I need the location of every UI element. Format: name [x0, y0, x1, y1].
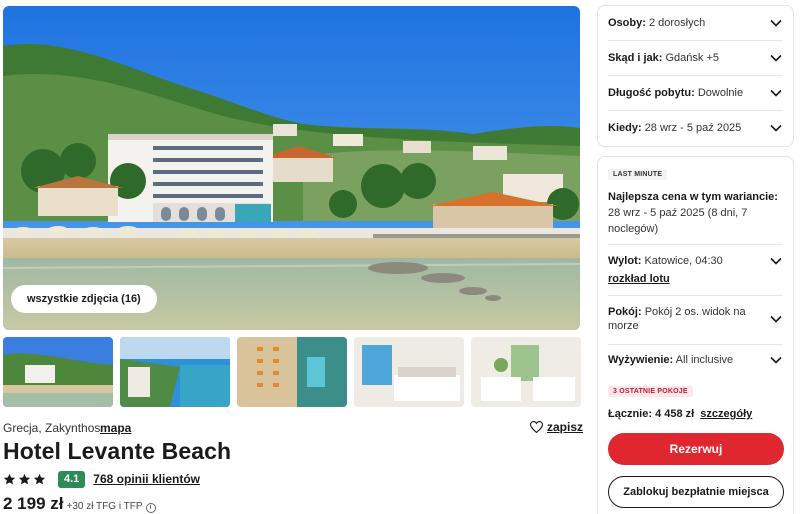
stay-length-selector[interactable]: Długość pobytu: Dowolnie — [608, 86, 783, 100]
search-options-panel: Osoby: 2 dorosłych Skąd i jak: Gdańsk +5… — [597, 5, 794, 147]
price-details-link[interactable]: szczegóły — [700, 408, 752, 420]
divider — [608, 40, 783, 41]
hotel-stars — [3, 473, 46, 486]
star-icon — [33, 473, 46, 484]
dates-value: 28 wrz - 5 paź 2025 — [644, 122, 742, 134]
all-photos-button[interactable]: wszystkie zdjęcia (16) — [11, 285, 157, 313]
thumbnail-beach-drone-image — [237, 337, 347, 407]
last-minute-tag: LAST MINUTE — [608, 169, 668, 180]
chevron-down-icon — [769, 312, 783, 326]
thumbnail-room-sea-view-image — [354, 337, 464, 407]
photo-thumbnails — [3, 337, 581, 407]
hotel-location: Grecja, Zakynthos — [3, 421, 101, 435]
departure-selector[interactable]: Skąd i jak: Gdańsk +5 — [608, 51, 783, 65]
hotel-beach-image — [3, 6, 580, 330]
info-icon[interactable]: i — [145, 503, 156, 513]
block-seats-button[interactable]: Zablokuj bezpłatnie miejsca — [608, 476, 784, 508]
board-label: Wyżywienie: — [608, 354, 674, 366]
thumbnail-2[interactable] — [120, 337, 230, 407]
last-rooms-tag: 3 OSTATNIE POKOJE — [608, 386, 693, 397]
hotel-name: Hotel Levante Beach — [3, 438, 232, 464]
total-price: Łącznie: 4 458 zł — [608, 408, 695, 420]
save-label: zapisz — [547, 420, 584, 434]
divider — [608, 75, 783, 76]
board-selector[interactable]: Wyżywienie: All inclusive — [608, 353, 783, 367]
divider — [608, 295, 783, 296]
chevron-down-icon — [769, 121, 783, 135]
stay-length-label: Długość pobytu: — [608, 87, 695, 99]
departure-from-value: Gdańsk +5 — [665, 52, 719, 64]
dates-label: Kiedy: — [608, 122, 642, 134]
best-price-label: Najlepsza cena w tym wariancie: — [608, 191, 778, 203]
heart-icon — [530, 421, 543, 433]
review-score-badge: 4.1 — [58, 470, 86, 488]
thumbnail-3[interactable] — [237, 337, 347, 407]
total-price-row: Łącznie: 4 458 zł szczegóły — [608, 408, 752, 420]
best-price-dates: 28 wrz - 5 paź 2025 (8 dni, 7 noclegów) — [608, 207, 748, 235]
thumbnail-room-interior-image — [471, 337, 581, 407]
reviews-link[interactable]: 768 opinii klientów — [93, 472, 200, 486]
star-icon — [18, 473, 31, 484]
chevron-down-icon — [769, 353, 783, 367]
save-button[interactable]: zapisz — [530, 420, 583, 434]
flight-label: Wylot: — [608, 255, 642, 267]
flight-schedule-link[interactable]: rozkład lotu — [608, 273, 670, 285]
thumbnail-1[interactable] — [3, 337, 113, 407]
price-row: 2 199 zł +30 zł TFG i TFP i — [3, 494, 156, 514]
offer-panel: LAST MINUTE Najlepsza cena w tym warianc… — [597, 156, 794, 514]
room-selector[interactable]: Pokój: Pokój 2 os. widok na morze — [608, 305, 783, 333]
flight-value: Katowice, 04:30 — [644, 255, 723, 267]
thumbnail-hotel-exterior-image — [3, 337, 113, 407]
divider — [608, 344, 783, 345]
chevron-down-icon — [769, 254, 783, 268]
chevron-down-icon — [769, 86, 783, 100]
chevron-down-icon — [769, 51, 783, 65]
flight-selector[interactable]: Wylot: Katowice, 04:30 — [608, 254, 783, 268]
thumbnail-aerial-coast-image — [120, 337, 230, 407]
persons-selector[interactable]: Osoby: 2 dorosłych — [608, 16, 783, 30]
chevron-down-icon — [769, 16, 783, 30]
map-link[interactable]: mapa — [100, 421, 131, 435]
room-label: Pokój: — [608, 306, 642, 318]
star-icon — [3, 473, 16, 484]
divider — [608, 110, 783, 111]
main-hotel-photo[interactable] — [3, 6, 580, 330]
persons-value: 2 dorosłych — [648, 17, 706, 29]
reserve-button[interactable]: Rezerwuj — [608, 433, 784, 465]
dates-selector[interactable]: Kiedy: 28 wrz - 5 paź 2025 — [608, 121, 783, 135]
stay-length-value: Dowolnie — [697, 87, 744, 99]
rating-row: 4.1 768 opinii klientów — [3, 470, 200, 488]
price-extra-fees: +30 zł TFG i TFP — [66, 501, 143, 512]
divider — [608, 244, 783, 245]
departure-from-label: Skąd i jak: — [608, 52, 663, 64]
persons-label: Osoby: — [608, 17, 646, 29]
thumbnail-4[interactable] — [354, 337, 464, 407]
board-value: All inclusive — [675, 354, 734, 366]
thumbnail-5[interactable] — [471, 337, 581, 407]
price-per-person: 2 199 zł — [3, 494, 64, 513]
